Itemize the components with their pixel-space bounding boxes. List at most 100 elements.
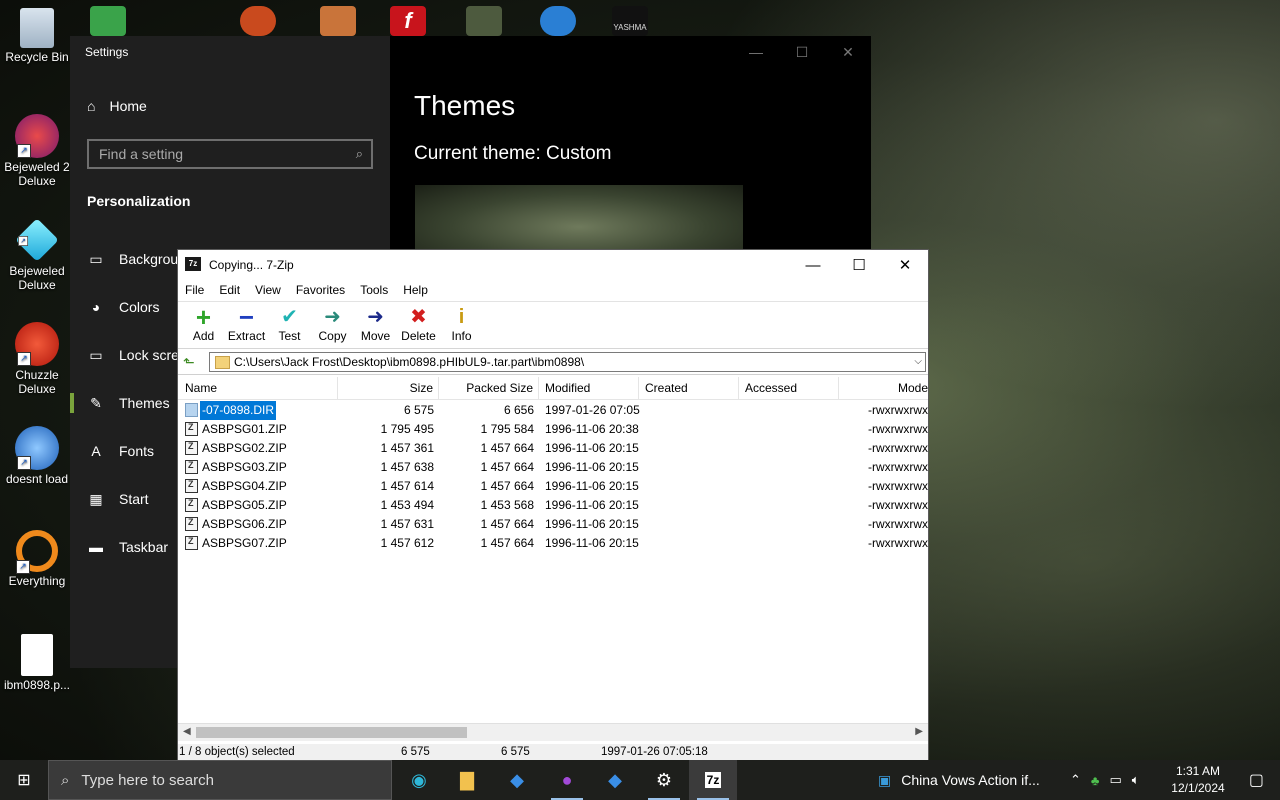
taskbar-app-purple[interactable]: ● (543, 760, 591, 800)
column-packed-size[interactable]: Packed Size (439, 377, 539, 399)
yashma-icon[interactable]: YASHMA (612, 6, 648, 36)
test-button[interactable]: ✔ Test (268, 302, 311, 348)
folder-icon: ▇ (460, 769, 474, 790)
scroll-right-icon[interactable]: ▶ (915, 726, 923, 737)
people-app-icon[interactable] (90, 6, 126, 36)
desktop-icon-everything[interactable]: ↗ Everything (1, 530, 73, 588)
extract-button[interactable]: − Extract (225, 302, 268, 348)
minimize-button[interactable]: — (733, 36, 779, 68)
info-button[interactable]: i Info (440, 302, 483, 348)
column-mode[interactable]: Mode (839, 377, 928, 399)
taskbar-settings[interactable]: ⚙ (640, 760, 688, 800)
file-mode: -rwxrwxrwx (868, 498, 928, 512)
desktop-icon-doesnt-load[interactable]: ↗ doesnt load (1, 426, 73, 486)
notification-icon[interactable]: ▢ (1249, 770, 1264, 790)
tool-label: Copy (318, 329, 347, 343)
zip-file-icon (185, 498, 198, 512)
horizontal-scrollbar[interactable]: ◀ ▶ (178, 723, 928, 741)
move-button[interactable]: ➜ Move (354, 302, 397, 348)
people-icon[interactable]: ♣ (1091, 773, 1100, 788)
thunderbird-icon[interactable] (540, 6, 576, 36)
news-widget[interactable]: ▣ China Vows Action if... (878, 760, 1040, 800)
game-shortcut-icon[interactable] (466, 6, 502, 36)
maximize-button[interactable]: ☐ (836, 250, 882, 280)
taskbar-7zip[interactable]: 7z (689, 760, 737, 800)
file-row[interactable]: ASBPSG02.ZIP 1 457 361 1 457 664 1996-11… (178, 439, 928, 458)
menu-view[interactable]: View (248, 280, 289, 300)
desktop-icon-ibm0898[interactable]: ibm0898.p... (1, 634, 73, 692)
desktop-icon-label: Everything (8, 574, 66, 588)
move-arrow-icon: ➜ (367, 306, 384, 328)
delete-x-icon: ✖ (410, 306, 427, 328)
settings-home-link[interactable]: ⌂ Home (87, 98, 147, 114)
taskbar-store-2[interactable]: ◆ (591, 760, 639, 800)
taskbar-file-explorer[interactable]: ▇ (443, 760, 491, 800)
file-mode: -rwxrwxrwx (868, 517, 928, 531)
taskbar-edge[interactable]: ◉ (395, 760, 443, 800)
flash-player-icon[interactable]: f (390, 6, 426, 36)
volume-icon[interactable]: 🔈︎ (1132, 772, 1140, 788)
close-button[interactable]: ✕ (825, 36, 871, 68)
menu-favorites[interactable]: Favorites (289, 280, 353, 300)
chevron-up-icon[interactable]: ⌃ (1070, 772, 1081, 788)
browser-shortcut-icon[interactable] (240, 6, 276, 36)
add-button[interactable]: + Add (182, 302, 225, 348)
scroll-left-icon[interactable]: ◀ (183, 726, 191, 737)
network-icon[interactable]: ▭ (1109, 772, 1121, 788)
close-button[interactable]: ✕ (882, 250, 928, 280)
column-created[interactable]: Created (639, 377, 739, 399)
menu-tools[interactable]: Tools (353, 280, 396, 300)
theme-preview-image[interactable] (415, 185, 743, 255)
settings-search-input[interactable]: Find a setting ⌕ (87, 139, 373, 169)
system-tray: ⌃ ♣ ▭ 🔈︎ (1070, 760, 1140, 800)
column-size[interactable]: Size (338, 377, 439, 399)
file-row[interactable]: ASBPSG01.ZIP 1 795 495 1 795 584 1996-11… (178, 420, 928, 439)
scrollbar-thumb[interactable] (196, 727, 467, 738)
file-row[interactable]: -07-0898.DIR 6 575 6 656 1997-01-26 07:0… (178, 401, 928, 420)
file-modified: 1996-11-06 20:15 (545, 479, 639, 493)
window-title: Copying... 7-Zip (209, 258, 294, 272)
window-controls: — ☐ ✕ (733, 36, 871, 68)
column-modified[interactable]: Modified (539, 377, 639, 399)
menu-file[interactable]: File (178, 280, 212, 300)
taskbar-store[interactable]: ◆ (493, 760, 541, 800)
column-name[interactable]: Name (178, 377, 338, 399)
file-size: 1 795 495 (380, 422, 434, 436)
chevron-down-icon[interactable]: ⌵ (914, 353, 922, 371)
start-button[interactable]: ⊞ (0, 760, 48, 800)
delete-button[interactable]: ✖ Delete (397, 302, 440, 348)
file-name: ASBPSG06.ZIP (202, 517, 287, 531)
section-heading: Personalization (87, 193, 191, 209)
file-name: ASBPSG03.ZIP (202, 460, 287, 474)
current-theme-label: Current theme: Custom (414, 143, 612, 164)
app-shortcut-icon[interactable] (320, 6, 356, 36)
column-accessed[interactable]: Accessed (739, 377, 839, 399)
menu-edit[interactable]: Edit (212, 280, 248, 300)
file-packed-size: 1 795 584 (480, 422, 534, 436)
desktop-icon-bejeweled-2[interactable]: ↗ Bejeweled 2 Deluxe (1, 114, 73, 188)
file-size: 6 575 (403, 403, 434, 417)
file-row[interactable]: ASBPSG05.ZIP 1 453 494 1 453 568 1996-11… (178, 496, 928, 515)
copy-button[interactable]: ➜ Copy (311, 302, 354, 348)
minimize-button[interactable]: — (790, 250, 836, 280)
taskbar-search-box[interactable]: ⌕ Type here to search (48, 760, 392, 800)
shortcut-arrow-icon: ↗ (17, 456, 31, 470)
file-packed-size: 1 457 664 (480, 517, 534, 531)
clock[interactable]: 1:31 AM 12/1/2024 (1166, 763, 1230, 797)
windows-logo-icon: ⊞ (17, 772, 31, 789)
menu-help[interactable]: Help (396, 280, 436, 300)
file-row[interactable]: ASBPSG07.ZIP 1 457 612 1 457 664 1996-11… (178, 534, 928, 553)
file-row[interactable]: ASBPSG06.ZIP 1 457 631 1 457 664 1996-11… (178, 515, 928, 534)
desktop-icon-recycle-bin[interactable]: Recycle Bin (1, 8, 73, 64)
path-field[interactable]: C:\Users\Jack Frost\Desktop\ibm0898.pHIb… (209, 352, 926, 372)
up-folder-icon[interactable]: ⬑ (183, 354, 199, 370)
desktop-icon-chuzzle[interactable]: ↗ Chuzzle Deluxe (1, 322, 73, 396)
diamond-icon: ↗ (15, 218, 59, 262)
desktop-icon-bejeweled[interactable]: ↗ Bejeweled Deluxe (1, 218, 73, 292)
maximize-button[interactable]: ☐ (779, 36, 825, 68)
tool-label: Test (278, 329, 301, 343)
palette-icon: ◕ (91, 299, 101, 315)
file-row[interactable]: ASBPSG03.ZIP 1 457 638 1 457 664 1996-11… (178, 458, 928, 477)
file-row[interactable]: ASBPSG04.ZIP 1 457 614 1 457 664 1996-11… (178, 477, 928, 496)
file-modified: 1996-11-06 20:38 (545, 422, 639, 436)
